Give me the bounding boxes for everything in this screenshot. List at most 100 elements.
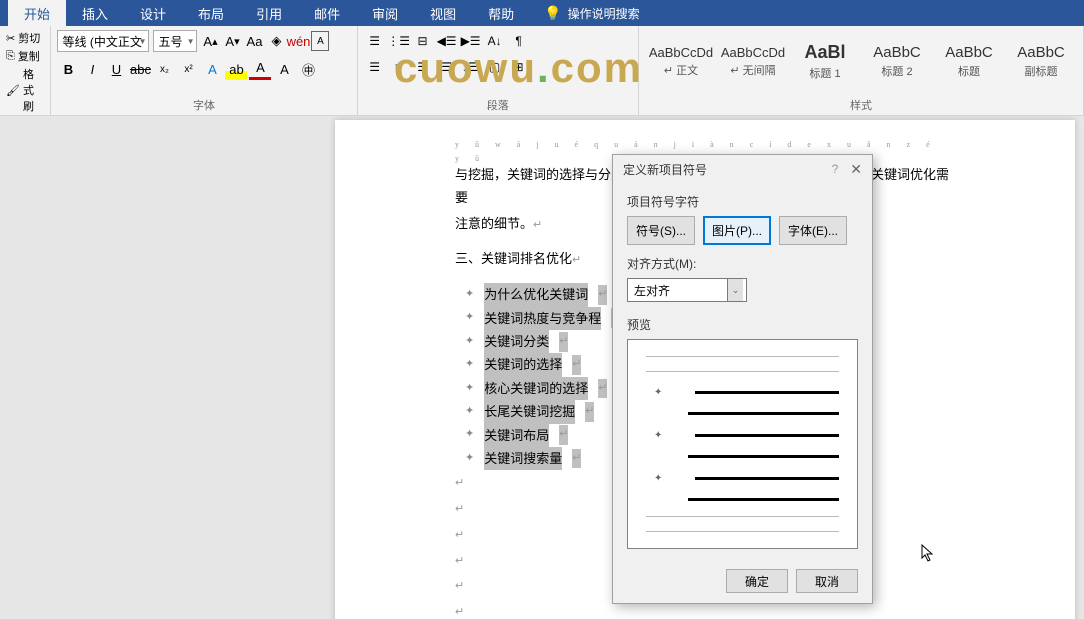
dialog-titlebar[interactable]: 定义新项目符号 ? ✕: [613, 155, 872, 183]
align-center-button[interactable]: ≡: [388, 56, 410, 78]
bullet-text: 为什么优化关键词: [484, 283, 588, 306]
style-heading1[interactable]: AaBl标题 1: [789, 30, 861, 92]
tab-references[interactable]: 引用: [240, 0, 298, 27]
picture-button[interactable]: 图片(P)...: [703, 216, 771, 245]
superscript-button[interactable]: x²: [177, 58, 199, 80]
ribbon-content: ✂剪切 ⎘复制 🖌格式刷 板 等线 (中文正文 ▼ 五号 ▼ A▴ A▾ Aa …: [0, 26, 1084, 116]
increase-font-button[interactable]: A▴: [201, 31, 219, 51]
symbol-button[interactable]: 符号(S)...: [627, 216, 695, 245]
help-icon[interactable]: ?: [832, 162, 839, 176]
font-name-select[interactable]: 等线 (中文正文 ▼: [57, 30, 149, 52]
char-shading-button[interactable]: A: [273, 58, 295, 80]
ribbon-tabs: 开始 插入 设计 布局 引用 邮件 审阅 视图 帮助 💡 操作说明搜索: [0, 0, 1084, 26]
tell-me-label: 操作说明搜索: [568, 5, 640, 22]
tab-design[interactable]: 设计: [124, 0, 182, 27]
borders-button[interactable]: ⊞: [508, 56, 530, 78]
alignment-label: 对齐方式(M):: [627, 255, 858, 272]
diamond-bullet-icon: ✦: [654, 430, 662, 441]
clear-format-button[interactable]: ◈: [267, 31, 285, 51]
paragraph-group: ☰ ⋮☰ ⊟ ◀☰ ▶☰ A↓ ¶ ☰ ≡ ☰ ☰ ↕☰ ▢ ⊞ 段落: [358, 26, 639, 115]
decrease-indent-button[interactable]: ◀☰: [436, 30, 458, 52]
show-marks-button[interactable]: ¶: [508, 30, 530, 52]
preview-label: 预览: [627, 316, 858, 333]
chevron-down-icon: ▼: [139, 37, 147, 46]
bullet-text: 关键词热度与竞争程: [484, 307, 601, 330]
enclosed-button[interactable]: ㊥: [297, 58, 319, 80]
cancel-button[interactable]: 取消: [796, 569, 858, 593]
paragraph-group-label: 段落: [364, 95, 632, 113]
sort-button[interactable]: A↓: [484, 30, 506, 52]
styles-group-label: 样式: [645, 95, 1077, 113]
underline-button[interactable]: U: [105, 58, 127, 80]
style-heading2[interactable]: AaBbC标题 2: [861, 30, 933, 92]
font-button[interactable]: 字体(E)...: [779, 216, 847, 245]
change-case-button[interactable]: Aa: [245, 31, 263, 51]
bullet-text: 关键词分类: [484, 330, 549, 353]
style-normal[interactable]: AaBbCcDd↵ 正文: [645, 30, 717, 92]
style-nospacing[interactable]: AaBbCcDd↵ 无间隔: [717, 30, 789, 92]
tab-insert[interactable]: 插入: [66, 0, 124, 27]
decrease-font-button[interactable]: A▾: [223, 31, 241, 51]
diamond-bullet-icon: ✦: [465, 425, 474, 445]
shading-button[interactable]: ▢: [484, 56, 506, 78]
diamond-bullet-icon: ✦: [465, 285, 474, 305]
scissors-icon: ✂: [6, 32, 15, 45]
justify-button[interactable]: ☰: [436, 56, 458, 78]
tab-view[interactable]: 视图: [414, 0, 472, 27]
bullets-button[interactable]: ☰: [364, 30, 386, 52]
preview-box: ✦ ✦ ✦: [627, 339, 858, 549]
numbering-button[interactable]: ⋮☰: [388, 30, 410, 52]
copy-icon: ⎘: [6, 50, 15, 63]
char-border-button[interactable]: A: [311, 31, 329, 51]
ok-button[interactable]: 确定: [726, 569, 788, 593]
diamond-bullet-icon: ✦: [654, 387, 662, 398]
close-icon[interactable]: ✕: [850, 161, 862, 178]
strikethrough-button[interactable]: abc: [129, 58, 151, 80]
highlight-button[interactable]: ab: [225, 58, 247, 80]
tell-me-search[interactable]: 💡 操作说明搜索: [530, 5, 639, 22]
brush-icon: 🖌: [6, 84, 20, 97]
multilevel-button[interactable]: ⊟: [412, 30, 434, 52]
tab-help[interactable]: 帮助: [472, 0, 530, 27]
diamond-bullet-icon: ✦: [465, 449, 474, 469]
font-color-button[interactable]: A: [249, 58, 271, 80]
align-left-button[interactable]: ☰: [364, 56, 386, 78]
cut-button[interactable]: ✂剪切: [6, 30, 44, 46]
font-size-select[interactable]: 五号 ▼: [153, 30, 197, 52]
bullet-char-section-label: 项目符号字符: [627, 193, 858, 210]
tab-layout[interactable]: 布局: [182, 0, 240, 27]
tab-mailings[interactable]: 邮件: [298, 0, 356, 27]
styles-group: AaBbCcDd↵ 正文 AaBbCcDd↵ 无间隔 AaBl标题 1 AaBb…: [639, 26, 1084, 115]
subscript-button[interactable]: x₂: [153, 58, 175, 80]
bullet-text: 核心关键词的选择: [484, 377, 588, 400]
bullet-text: 关键词布局: [484, 424, 549, 447]
tab-home[interactable]: 开始: [8, 0, 66, 27]
bold-button[interactable]: B: [57, 58, 79, 80]
alignment-select[interactable]: 左对齐 ⌄: [627, 278, 747, 302]
diamond-bullet-icon: ✦: [465, 332, 474, 352]
bullet-text: 长尾关键词挖掘: [484, 400, 575, 423]
italic-button[interactable]: I: [81, 58, 103, 80]
cursor-icon: [921, 544, 937, 569]
tab-review[interactable]: 审阅: [356, 0, 414, 27]
format-painter-button[interactable]: 🖌格式刷: [6, 66, 44, 114]
bullet-text: 关键词的选择: [484, 353, 562, 376]
phonetic-button[interactable]: wén: [289, 31, 307, 51]
diamond-bullet-icon: ✦: [654, 473, 662, 484]
align-right-button[interactable]: ☰: [412, 56, 434, 78]
dialog-title: 定义新项目符号: [623, 161, 832, 178]
clipboard-group: ✂剪切 ⎘复制 🖌格式刷 板: [0, 26, 51, 115]
diamond-bullet-icon: ✦: [465, 402, 474, 422]
text-effects-button[interactable]: A: [201, 58, 223, 80]
copy-button[interactable]: ⎘复制: [6, 48, 44, 64]
bullet-text: 关键词搜索量: [484, 447, 562, 470]
style-title[interactable]: AaBbC标题: [933, 30, 1005, 92]
define-bullet-dialog: 定义新项目符号 ? ✕ 项目符号字符 符号(S)... 图片(P)... 字体(…: [612, 154, 873, 604]
chevron-down-icon: ⌄: [727, 279, 743, 301]
diamond-bullet-icon: ✦: [465, 355, 474, 375]
increase-indent-button[interactable]: ▶☰: [460, 30, 482, 52]
line-spacing-button[interactable]: ↕☰: [460, 56, 482, 78]
style-subtitle[interactable]: AaBbC副标题: [1005, 30, 1077, 92]
diamond-bullet-icon: ✦: [465, 379, 474, 399]
bulb-icon: 💡: [544, 5, 561, 22]
